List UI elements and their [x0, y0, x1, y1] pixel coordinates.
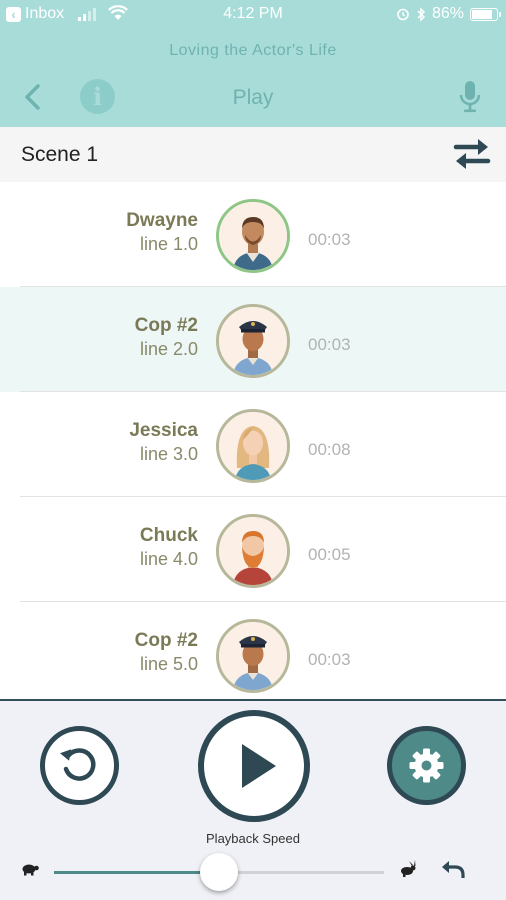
- restart-icon: [59, 748, 96, 781]
- play-icon: [242, 744, 276, 788]
- page-title: Play: [232, 86, 274, 109]
- dwayne-avatar: [216, 199, 290, 273]
- alarm-icon: [397, 8, 409, 21]
- character-name: Cop #2: [134, 630, 198, 651]
- battery-icon: [470, 7, 501, 21]
- line-number: line 2.0: [139, 339, 198, 359]
- line-duration: 00:03: [308, 650, 351, 669]
- line-duration: 00:05: [308, 545, 351, 564]
- line-number: line 5.0: [139, 654, 198, 674]
- status-bar: ‹ Inbox 4:12 PM 86%: [0, 0, 506, 30]
- microphone-icon[interactable]: [459, 80, 481, 114]
- list-item[interactable]: Dwayne line 1.0 00:03: [0, 182, 506, 287]
- chuck-avatar: [216, 514, 290, 588]
- project-subtitle: Loving the Actor's Life: [169, 42, 337, 59]
- character-name: Chuck: [139, 525, 198, 546]
- battery-percent: 86%: [431, 5, 464, 22]
- slider-thumb[interactable]: [200, 853, 238, 891]
- script-lines-list: Dwayne line 1.0 00:03 Cop #2 line 2.0 00…: [0, 182, 506, 707]
- cop-avatar: [216, 619, 290, 693]
- playback-speed-slider[interactable]: [54, 853, 384, 891]
- rabbit-icon: [401, 860, 416, 877]
- line-duration: 00:03: [308, 335, 351, 354]
- play-button[interactable]: [198, 710, 310, 822]
- line-number: line 4.0: [139, 549, 198, 569]
- gear-icon: [409, 748, 444, 783]
- list-item[interactable]: Chuck line 4.0 00:05: [0, 497, 506, 602]
- undo-icon[interactable]: [440, 858, 466, 880]
- jessica-avatar: [216, 409, 290, 483]
- list-item[interactable]: Cop #2 line 5.0 00:03: [0, 602, 506, 707]
- scene-title: Scene 1: [21, 143, 99, 166]
- cop-avatar: [216, 304, 290, 378]
- character-name: Jessica: [129, 420, 198, 441]
- line-duration: 00:03: [308, 230, 351, 249]
- restart-button[interactable]: [40, 726, 119, 805]
- line-number: line 3.0: [139, 444, 198, 464]
- playback-speed-label: Playback Speed: [206, 831, 300, 846]
- line-duration: 00:08: [308, 440, 351, 459]
- character-name: Dwayne: [126, 210, 198, 231]
- swap-arrows-icon[interactable]: [450, 136, 494, 172]
- settings-button[interactable]: [387, 726, 466, 805]
- line-number: line 1.0: [139, 234, 198, 254]
- slider-fill: [54, 871, 219, 874]
- list-item[interactable]: Jessica line 3.0 00:08: [0, 392, 506, 497]
- turtle-icon: [22, 864, 39, 876]
- bluetooth-icon: [417, 6, 426, 22]
- character-name: Cop #2: [134, 315, 198, 336]
- list-item[interactable]: Cop #2 line 2.0 00:03: [0, 287, 506, 392]
